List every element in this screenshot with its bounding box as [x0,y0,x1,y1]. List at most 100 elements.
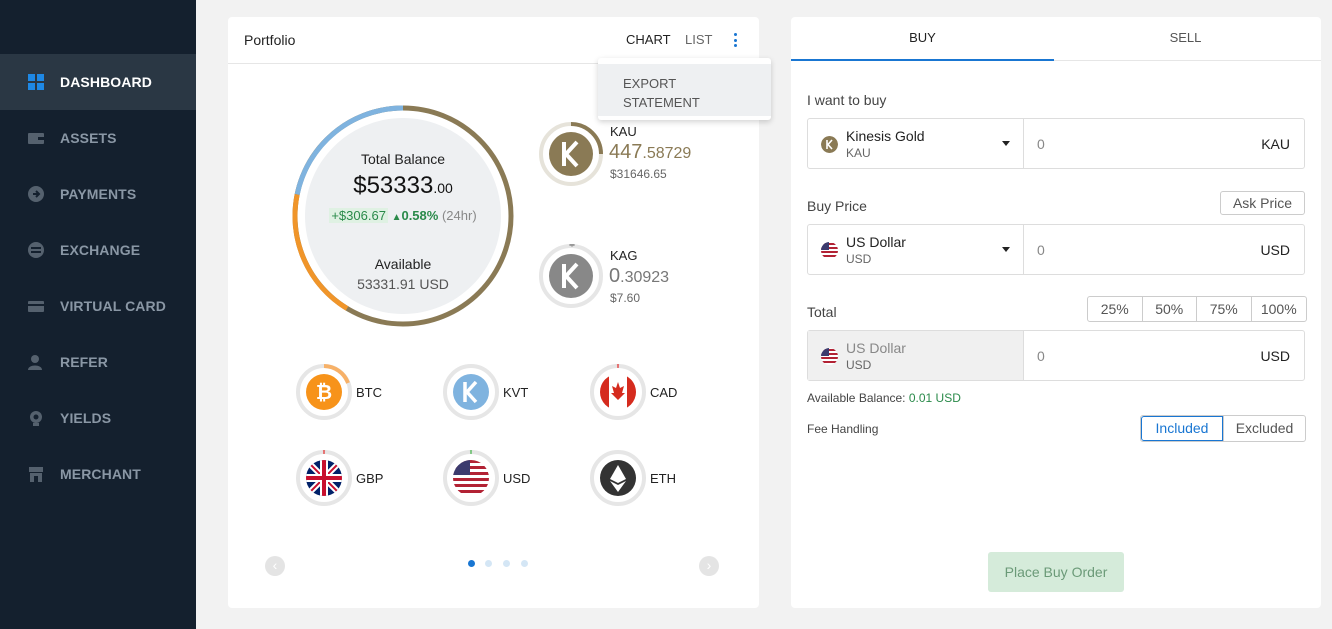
portfolio-header: Portfolio CHART LIST [228,17,759,64]
available-value: 53331.91 USD [357,276,449,292]
place-buy-order-button[interactable]: Place Buy Order [988,552,1124,592]
sidebar-item-label: PAYMENTS [60,186,137,202]
uk-flag-icon[interactable] [296,450,352,506]
bitcoin-icon[interactable]: ₿ [296,364,352,420]
price-input[interactable]: 0 USD [1024,225,1304,274]
kag-amount: 0.30923 [609,265,670,287]
chevron-down-icon [1002,141,1010,146]
coin-label-btc: BTC [356,385,382,400]
canada-flag-icon[interactable] [590,364,646,420]
fee-included-button[interactable]: Included [1141,416,1223,441]
fee-handling-label: Fee Handling [807,422,879,436]
buy-asset-row: Kinesis Gold KAU 0 KAU [807,118,1305,169]
kau-name: KAU [610,124,637,139]
fee-excluded-button[interactable]: Excluded [1223,416,1305,441]
pct-75-button[interactable]: 75% [1197,297,1252,321]
sidebar-item-label: REFER [60,354,108,370]
sidebar: DASHBOARD ASSETS PAYMENTS EXCHANGE VIRTU… [0,0,196,629]
tab-sell[interactable]: SELL [1054,17,1317,61]
available-balance: Available Balance: 0.01 USD [807,391,961,405]
sidebar-item-virtual-card[interactable]: VIRTUAL CARD [0,278,196,334]
sidebar-item-payments[interactable]: PAYMENTS [0,166,196,222]
sidebar-item-label: DASHBOARD [60,74,152,90]
kag-name: KAG [610,248,638,263]
sidebar-item-refer[interactable]: REFER [0,334,196,390]
sidebar-item-yields[interactable]: YIELDS [0,390,196,446]
percentage-buttons: 25% 50% 75% 100% [1087,296,1307,322]
pct-25-button[interactable]: 25% [1088,297,1143,321]
ethereum-icon[interactable] [590,450,646,506]
total-balance-label: Total Balance [360,151,446,167]
us-flag-icon [821,242,838,259]
svg-text:₿: ₿ [316,382,332,404]
pager-dot[interactable] [485,560,492,567]
buy-amount-input[interactable]: 0 KAU [1024,119,1304,168]
portfolio-menu: EXPORT STATEMENT [598,58,771,120]
want-to-buy-label: I want to buy [807,92,887,108]
kag-coin-icon[interactable] [539,244,603,308]
coin-label-gbp: GBP [356,471,384,486]
total-label: Total [807,304,837,320]
change-pct: ▲0.58% [391,208,439,223]
kau-amount: 447.58729 [609,141,692,163]
ask-price-button[interactable]: Ask Price [1220,191,1305,215]
pager-dot[interactable] [521,560,528,567]
sidebar-item-label: YIELDS [60,410,112,426]
sidebar-item-label: ASSETS [60,130,117,146]
kau-usd: $31646.65 [610,167,667,181]
coin-label-usd: USD [503,471,531,486]
coin-label-kvt: KVT [503,385,529,400]
balance-change: +$306.67 ▲0.58% (24hr) [329,208,477,223]
card-icon [28,298,44,314]
trade-tabs: BUY SELL [791,17,1321,61]
next-page-icon[interactable]: › [699,556,719,576]
user-plus-icon [28,354,44,370]
sidebar-item-assets[interactable]: ASSETS [0,110,196,166]
arrow-circle-icon [28,186,44,202]
wallet-icon [28,130,44,146]
kag-usd: $7.60 [610,291,641,305]
up-arrow-icon: ▲ [391,212,402,223]
sidebar-item-dashboard[interactable]: DASHBOARD [0,54,196,110]
store-icon [28,466,44,482]
chevron-down-icon [1002,247,1010,252]
price-row: US Dollar USD 0 USD [807,224,1305,275]
sidebar-item-exchange[interactable]: EXCHANGE [0,222,196,278]
available-label: Available [374,256,432,272]
yield-icon [28,410,44,426]
portfolio-title: Portfolio [244,32,296,48]
exchange-icon [28,242,44,258]
buy-price-label: Buy Price [807,198,867,214]
dashboard-grid-icon [28,74,44,90]
kinesis-gold-icon [821,136,838,153]
trade-card: BUY SELL I want to buy Kinesis Gold KAU … [791,17,1321,608]
asset-select[interactable]: Kinesis Gold KAU [808,119,1024,168]
tab-chart[interactable]: CHART [626,32,671,47]
pager-dot[interactable] [468,560,475,567]
sidebar-item-label: EXCHANGE [60,242,141,258]
pager-dot[interactable] [503,560,510,567]
us-flag-icon[interactable] [443,450,499,506]
sidebar-item-merchant[interactable]: MERCHANT [0,446,196,502]
change-value: +$306.67 [329,208,388,223]
tab-list[interactable]: LIST [685,32,712,47]
more-menu-icon[interactable] [730,31,740,49]
prev-page-icon[interactable]: ‹ [265,556,285,576]
menu-item-export-statement[interactable]: EXPORT STATEMENT [598,64,771,116]
fee-toggle: Included Excluded [1140,415,1306,442]
tab-buy[interactable]: BUY [791,17,1054,61]
pct-50-button[interactable]: 50% [1143,297,1197,321]
price-currency-select[interactable]: US Dollar USD [808,225,1024,274]
kau-coin-icon[interactable] [539,122,603,186]
coin-label-cad: CAD [650,385,678,400]
coin-label-eth: ETH [650,471,676,486]
total-balance-amount: $53333.00 [353,172,453,199]
sidebar-item-label: VIRTUAL CARD [60,298,166,314]
portfolio-card: Portfolio CHART LIST EXPORT STATEMENT To… [228,17,771,608]
total-row: US Dollar USD 0 USD [807,330,1305,381]
kinesis-kvt-icon[interactable] [443,364,499,420]
total-input[interactable]: 0 USD [1024,331,1304,380]
total-currency-select: US Dollar USD [808,331,1024,380]
pct-100-button[interactable]: 100% [1252,297,1307,321]
us-flag-icon [821,348,838,365]
